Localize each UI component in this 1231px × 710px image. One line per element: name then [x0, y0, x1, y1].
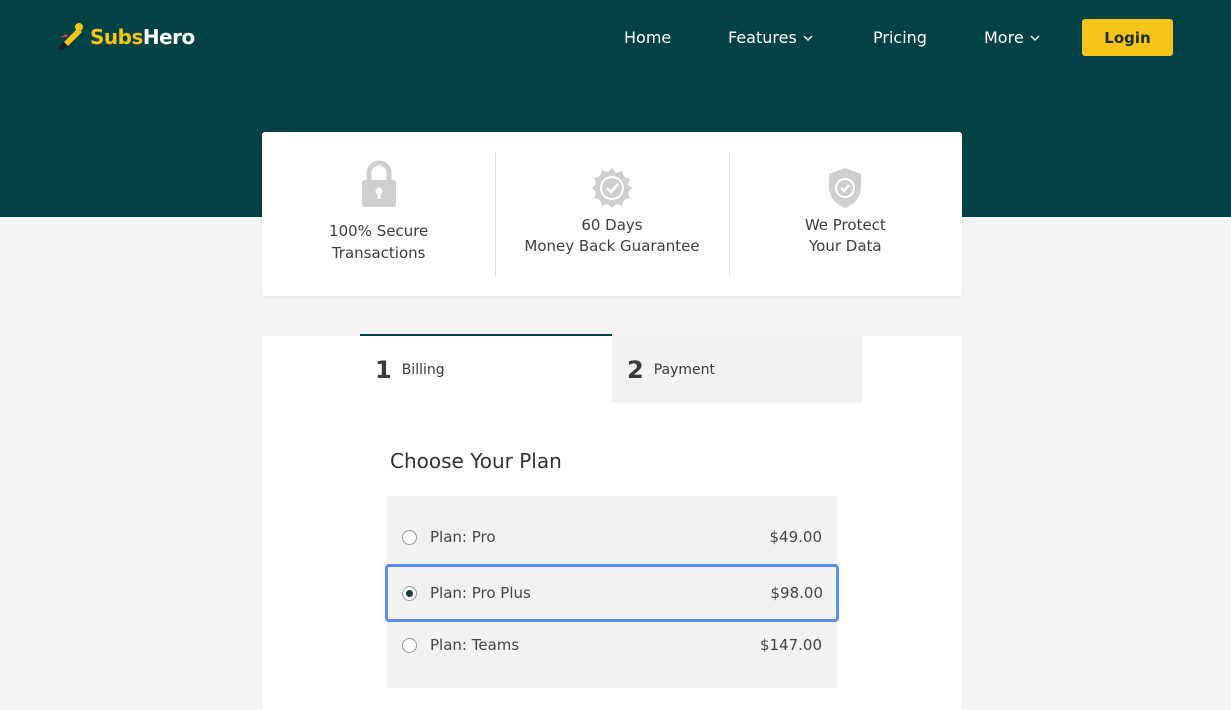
nav-features-label: Features [728, 28, 797, 47]
plan-price: $98.00 [770, 584, 824, 602]
trust-text: 100% Secure Transactions [329, 222, 429, 262]
plan-radio[interactable] [402, 585, 417, 601]
trust-secure-transactions: 100% Secure Transactions [262, 132, 495, 296]
checkout-card: 1 Billing 2 Payment Choose Your Plan Pla… [262, 334, 962, 710]
login-button[interactable]: Login [1082, 19, 1173, 56]
nav-features[interactable]: Features [728, 26, 813, 50]
nav-more-label: More [984, 28, 1024, 47]
logo-hero-icon [58, 23, 83, 50]
nav-pricing-label: Pricing [873, 28, 927, 47]
nav-home[interactable]: Home [624, 26, 671, 50]
nav-pricing[interactable]: Pricing [873, 26, 927, 50]
plan-options-box: Plan: Pro $49.00 Plan: Pro Plus $98.00 P… [385, 496, 839, 688]
plan-radio[interactable] [402, 529, 417, 545]
trust-text: 60 Days Money Back Guarantee [524, 216, 700, 255]
plan-option-pro-plus[interactable]: Plan: Pro Plus $98.00 [385, 564, 839, 622]
chevron-down-icon [1030, 28, 1040, 50]
trust-protect-data: We Protect Your Data [728, 132, 962, 296]
lock-icon [361, 160, 397, 208]
plan-radio[interactable] [402, 637, 417, 653]
trust-badges-card: 100% Secure Transactions 60 Days Money B… [262, 132, 962, 296]
plan-price: $49.00 [769, 528, 823, 546]
step-number: 2 [627, 355, 644, 384]
step-number: 1 [375, 355, 392, 384]
logo-text: SubsHero [90, 25, 195, 49]
step-payment-tab[interactable]: 2 Payment [612, 336, 862, 403]
plan-name: Plan: Pro Plus [430, 584, 531, 602]
step-label: Payment [653, 361, 715, 378]
choose-plan-title: Choose Your Plan [390, 449, 562, 473]
plan-option-teams[interactable]: Plan: Teams $147.00 [387, 618, 837, 672]
subshero-logo[interactable]: SubsHero [54, 20, 195, 54]
shield-check-icon [827, 164, 863, 212]
nav-home-label: Home [624, 28, 672, 47]
step-billing-tab[interactable]: 1 Billing [360, 334, 612, 403]
chevron-down-icon [803, 28, 813, 50]
plan-name: Plan: Pro [430, 528, 496, 546]
trust-money-back: 60 Days Money Back Guarantee [495, 132, 728, 296]
trust-text: We Protect Your Data [804, 216, 886, 255]
plan-price: $147.00 [759, 636, 822, 654]
step-label: Billing [401, 361, 445, 378]
plan-name: Plan: Teams [430, 636, 520, 654]
nav-more[interactable]: More [984, 26, 1040, 50]
badge-check-icon [591, 164, 633, 212]
plan-option-pro[interactable]: Plan: Pro $49.00 [387, 510, 837, 564]
